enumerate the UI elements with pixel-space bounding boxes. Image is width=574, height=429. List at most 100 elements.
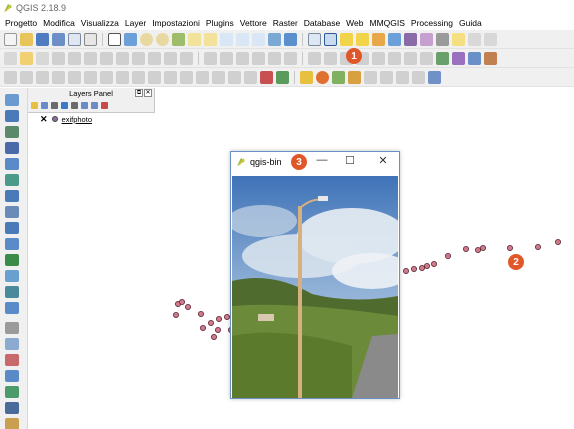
collapse-all-icon[interactable] — [91, 101, 98, 109]
add-arcgis-icon[interactable] — [5, 302, 19, 314]
photo-point-marker[interactable] — [178, 298, 185, 305]
menu-guida[interactable]: Guida — [456, 18, 485, 28]
photo-point-marker[interactable] — [184, 303, 191, 310]
scale-feature-icon[interactable] — [132, 70, 145, 84]
photo-point-marker[interactable] — [462, 245, 469, 252]
select-features-icon[interactable] — [340, 32, 353, 46]
new-project-icon[interactable] — [4, 32, 17, 46]
field-calculator-icon[interactable] — [404, 32, 417, 46]
save-as-icon[interactable] — [52, 32, 65, 46]
cut-features-icon[interactable] — [116, 51, 129, 65]
add-mesh-icon[interactable] — [5, 402, 19, 414]
photo-point-marker[interactable] — [430, 260, 437, 267]
rotate-label-icon[interactable] — [268, 51, 281, 65]
close-button[interactable]: ✕ — [374, 154, 392, 167]
move-label-icon[interactable] — [252, 51, 265, 65]
menu-web[interactable]: Web — [343, 18, 366, 28]
photo-point-marker[interactable] — [215, 326, 222, 333]
menu-modifica[interactable]: Modifica — [40, 18, 78, 28]
photo-point-marker[interactable] — [172, 311, 179, 318]
photo-point-marker[interactable] — [224, 313, 231, 320]
change-label-icon[interactable] — [284, 51, 297, 65]
circular-string-icon[interactable] — [180, 70, 193, 84]
rotate-feature-icon[interactable] — [4, 70, 17, 84]
menu-processing[interactable]: Processing — [408, 18, 456, 28]
attribute-table-icon[interactable] — [388, 32, 401, 46]
photo-point-marker[interactable] — [200, 324, 207, 331]
layer-visibility-checkbox[interactable]: ✕ — [40, 114, 48, 125]
reshape-icon[interactable] — [404, 51, 417, 65]
label-tool-icon[interactable] — [204, 51, 217, 65]
ellipse-tool-icon[interactable] — [212, 70, 225, 84]
merge-attributes-icon[interactable] — [68, 70, 81, 84]
plugin-k-icon[interactable] — [412, 70, 425, 84]
undo-icon[interactable] — [164, 51, 177, 65]
add-wfs-icon[interactable] — [5, 286, 19, 298]
simplify-icon[interactable] — [324, 51, 337, 65]
add-spatialite-icon[interactable] — [5, 142, 19, 154]
move-feature-icon[interactable] — [68, 51, 81, 65]
filter-expression-icon[interactable] — [71, 101, 78, 109]
photo-point-marker[interactable] — [506, 244, 513, 251]
plugin-b-icon[interactable] — [468, 51, 481, 65]
menu-database[interactable]: Database — [301, 18, 343, 28]
refresh-icon[interactable] — [284, 32, 297, 46]
remove-layer-icon[interactable] — [101, 101, 108, 109]
zoom-out-icon[interactable] — [156, 32, 169, 46]
photo-point-marker[interactable] — [198, 310, 205, 317]
new-shapefile-icon[interactable] — [5, 322, 19, 334]
vertex-tool-icon[interactable] — [164, 70, 177, 84]
merge-features-icon[interactable] — [52, 70, 65, 84]
menu-layer[interactable]: Layer — [122, 18, 149, 28]
split-features-icon[interactable] — [20, 70, 33, 84]
pan-hand-icon[interactable] — [108, 32, 121, 46]
zoom-full-icon[interactable] — [172, 32, 185, 46]
menu-mmqgis[interactable]: MMQGIS — [367, 18, 408, 28]
photo-point-marker[interactable] — [554, 238, 561, 245]
copy-features-icon[interactable] — [132, 51, 145, 65]
new-temp-layer-icon[interactable] — [5, 370, 19, 382]
more-tools-icon[interactable] — [484, 32, 497, 46]
plugin-i-icon[interactable] — [380, 70, 393, 84]
save-project-icon[interactable] — [36, 32, 49, 46]
photo-point-marker[interactable] — [410, 265, 417, 272]
split-parts-icon[interactable] — [36, 70, 49, 84]
current-edits-icon[interactable] — [4, 51, 17, 65]
node-tool-icon[interactable] — [84, 51, 97, 65]
zoom-last-icon[interactable] — [236, 32, 249, 46]
maximize-button[interactable]: ☐ — [341, 154, 359, 167]
open-project-icon[interactable] — [20, 32, 33, 46]
composer-manager-icon[interactable] — [84, 32, 97, 46]
delete-selected-icon[interactable] — [100, 51, 113, 65]
photo-point-marker[interactable] — [418, 264, 425, 271]
close-panel-icon[interactable]: ✕ — [144, 89, 152, 97]
photo-point-marker[interactable] — [216, 315, 223, 322]
photo-point-marker[interactable] — [534, 243, 541, 250]
print-composer-icon[interactable] — [68, 32, 81, 46]
menu-impostazioni[interactable]: Impostazioni — [149, 18, 203, 28]
plugin-c-icon[interactable] — [484, 51, 497, 65]
eventid-tool-icon[interactable] — [324, 32, 337, 46]
toggle-editing-icon[interactable] — [20, 51, 33, 65]
polygon-tool-icon[interactable] — [196, 70, 209, 84]
photo-point-marker[interactable] — [402, 267, 409, 274]
minimize-button[interactable]: — — [313, 154, 331, 166]
digitize-icon[interactable] — [308, 51, 321, 65]
zoom-next-icon[interactable] — [252, 32, 265, 46]
add-gpx-icon[interactable] — [5, 386, 19, 398]
trim-extend-icon[interactable] — [148, 70, 161, 84]
select-by-expression-icon[interactable] — [356, 32, 369, 46]
save-edits-icon[interactable] — [36, 51, 49, 65]
text-annotation-icon[interactable] — [468, 32, 481, 46]
photo-point-marker[interactable] — [444, 252, 451, 259]
offset-curve-icon[interactable] — [420, 51, 433, 65]
photo-point-marker[interactable] — [423, 262, 430, 269]
new-spatialite-icon[interactable] — [5, 338, 19, 350]
zoom-selection-icon[interactable] — [188, 32, 201, 46]
gps-tool-icon[interactable] — [260, 70, 273, 84]
zoom-in-icon[interactable] — [140, 32, 153, 46]
georeferencer-icon[interactable] — [276, 70, 289, 84]
photo-popup-window[interactable]: qgis-bin 3 — ☐ ✕ — [230, 151, 400, 399]
filter-legend-icon[interactable] — [61, 101, 68, 109]
add-postgis-icon[interactable] — [5, 126, 19, 138]
